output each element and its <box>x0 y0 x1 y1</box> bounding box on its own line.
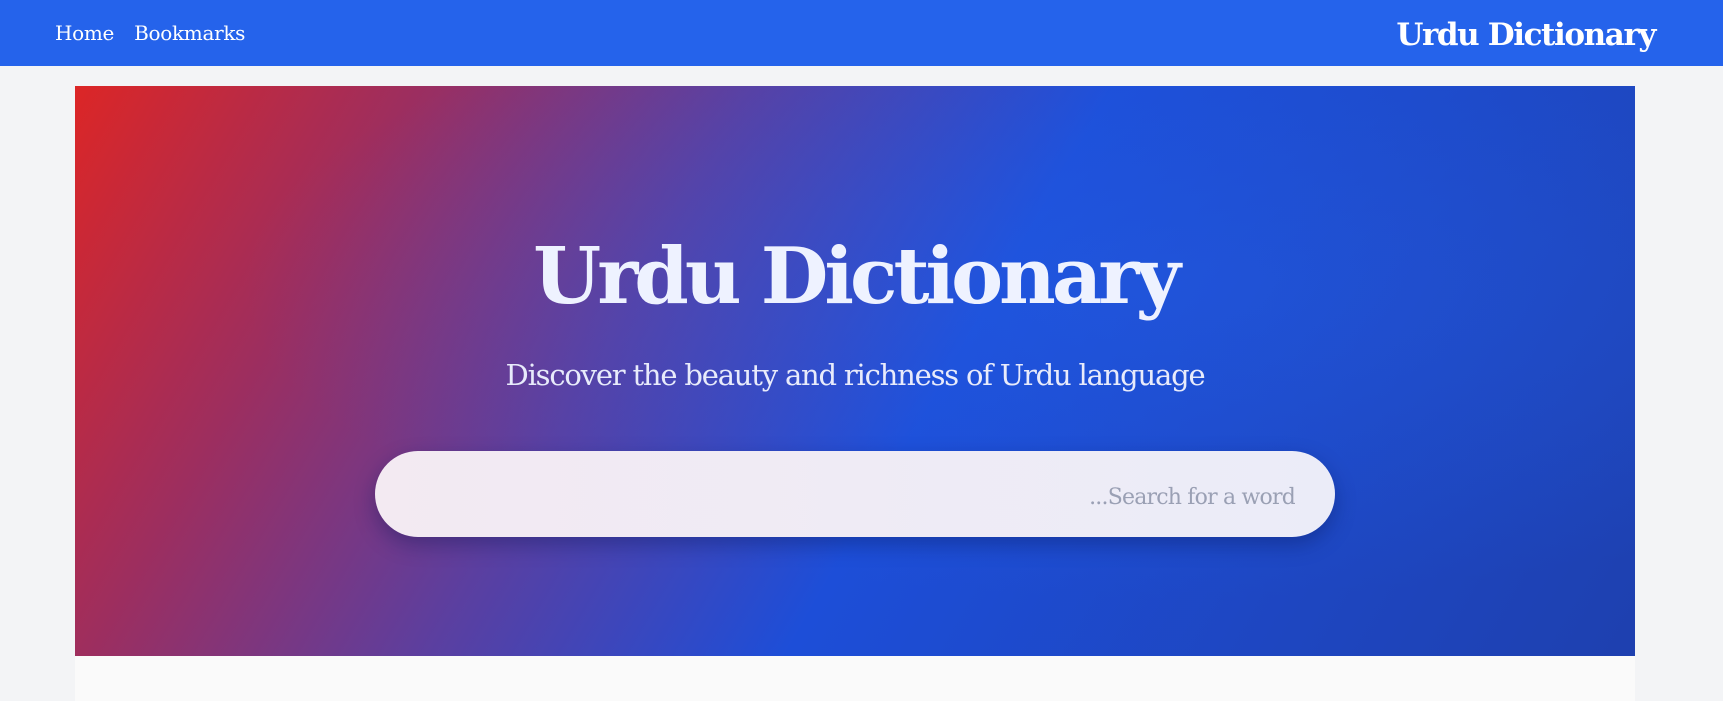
top-navigation-bar: Home Bookmarks Urdu Dictionary <box>0 0 1723 66</box>
content-panel <box>75 656 1635 701</box>
search-box <box>375 451 1335 537</box>
hero-title: Urdu Dictionary <box>533 231 1181 322</box>
hero-banner: Urdu Dictionary Discover the beauty and … <box>75 86 1635 656</box>
nav-link-home[interactable]: Home <box>55 23 114 43</box>
main-nav: Home Bookmarks <box>55 23 245 43</box>
nav-link-bookmarks[interactable]: Bookmarks <box>134 23 245 43</box>
search-input[interactable] <box>375 451 1335 537</box>
site-brand[interactable]: Urdu Dictionary <box>1396 17 1656 53</box>
hero-subtitle: Discover the beauty and richness of Urdu… <box>505 358 1206 392</box>
